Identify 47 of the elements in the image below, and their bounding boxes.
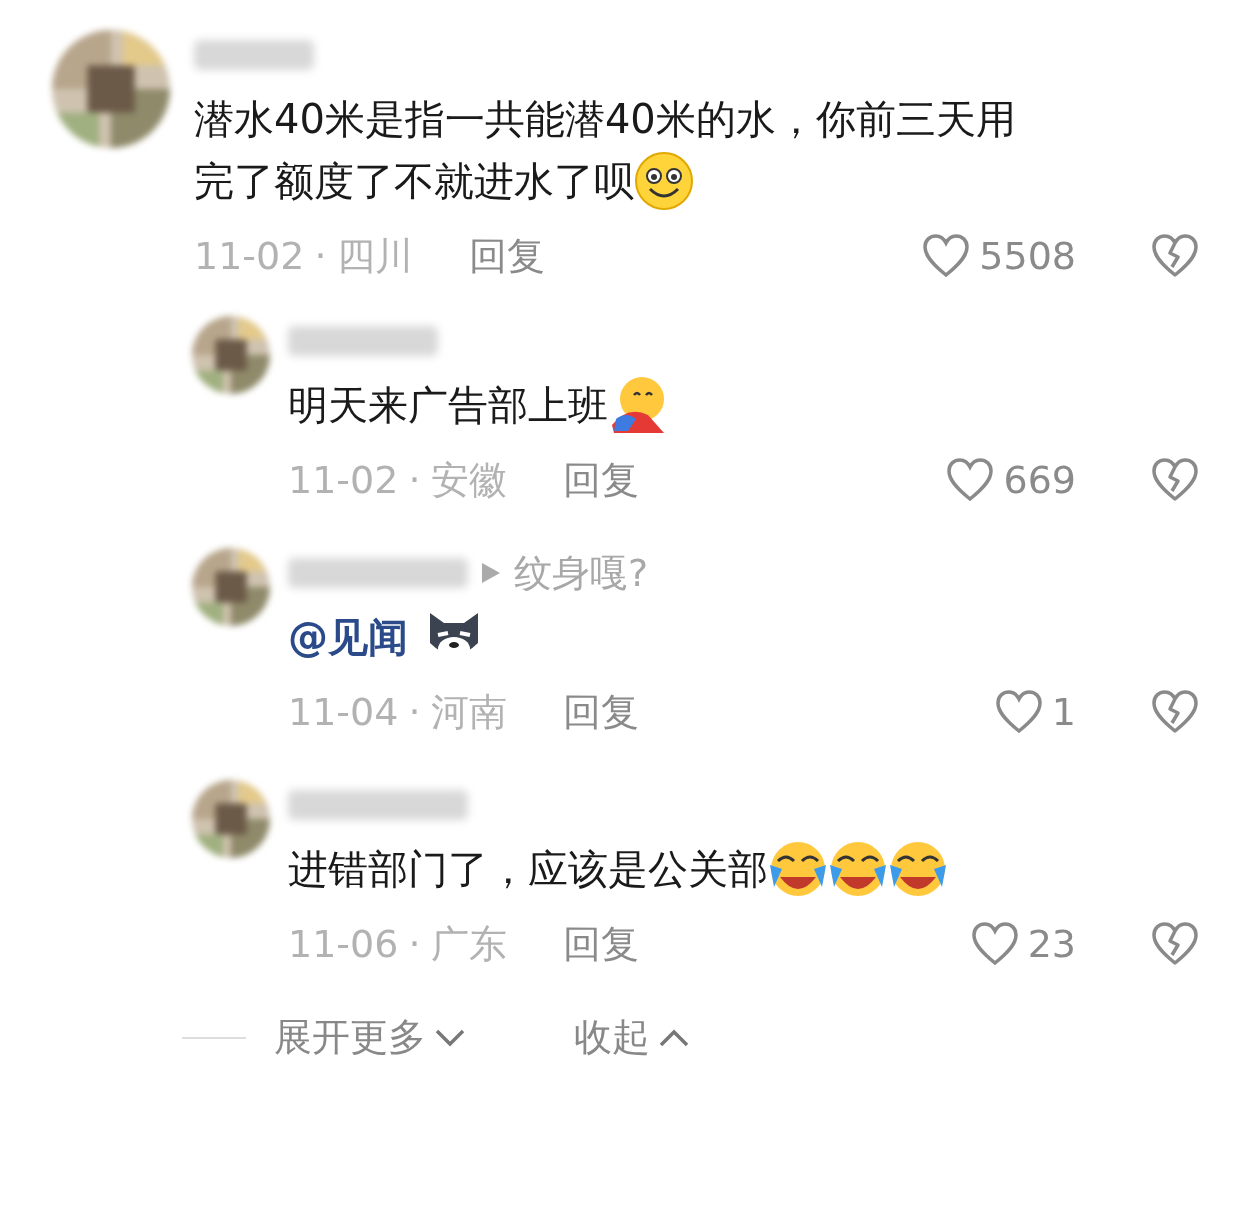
- chevron-up-icon: [658, 1027, 690, 1048]
- broken-heart-icon: [1150, 689, 1200, 735]
- comment-text: 潜水40米是指一共能潜40米的水，你前三天用: [194, 95, 1016, 144]
- laughing-crying-emoji-icon: [828, 839, 888, 899]
- comment-text: 进错部门了，应该是公关部: [288, 845, 768, 894]
- mention-link[interactable]: @见闻: [288, 606, 408, 668]
- comment-date: 11-02: [288, 458, 399, 502]
- reply-link[interactable]: 回复: [562, 918, 639, 970]
- broken-heart-icon: [1150, 921, 1200, 967]
- like-button[interactable]: 1: [993, 689, 1076, 735]
- reply-link[interactable]: 回复: [468, 230, 545, 282]
- broken-heart-icon: [1150, 233, 1200, 279]
- dislike-button[interactable]: [1150, 457, 1200, 503]
- comment-location: 河南: [430, 688, 507, 736]
- expand-more-button[interactable]: 展开更多: [274, 1012, 466, 1063]
- separator-dot: ·: [408, 922, 421, 966]
- like-button[interactable]: 669: [945, 457, 1076, 503]
- dislike-button[interactable]: [1150, 233, 1200, 279]
- separator-dot: ·: [408, 458, 421, 502]
- laughing-crying-emoji-icon: [888, 839, 948, 899]
- comment-date: 11-02: [194, 234, 305, 278]
- collapse-button[interactable]: 收起: [574, 1012, 690, 1063]
- dislike-button[interactable]: [1150, 689, 1200, 735]
- laughing-crying-emoji-icon: [768, 839, 828, 899]
- play-arrow-icon: [480, 561, 502, 585]
- reply-to-username: 纹身嘎?: [514, 549, 649, 597]
- separator-dot: ·: [408, 690, 421, 734]
- like-button[interactable]: 5508: [921, 233, 1076, 279]
- comment-location: 广东: [430, 920, 507, 968]
- dislike-button[interactable]: [1150, 921, 1200, 967]
- chevron-down-icon: [434, 1027, 466, 1048]
- heart-icon: [969, 921, 1020, 967]
- like-button[interactable]: 23: [969, 921, 1076, 967]
- heart-icon: [921, 233, 972, 279]
- smiley-emoji-icon: [634, 151, 694, 211]
- comment-location: 四川: [336, 232, 413, 280]
- heart-icon: [993, 689, 1044, 735]
- comment-location: 安徽: [430, 456, 507, 504]
- comment-text: 完了额度了不就进水了呗: [194, 157, 634, 206]
- comment-date: 11-06: [288, 922, 399, 966]
- heart-icon: [945, 457, 996, 503]
- separator-dot: ·: [314, 234, 327, 278]
- comment-text: 明天来广告部上班: [288, 381, 608, 430]
- comment-date: 11-04: [288, 690, 399, 734]
- reply-link[interactable]: 回复: [562, 686, 639, 738]
- broken-heart-icon: [1150, 457, 1200, 503]
- reply-link[interactable]: 回复: [562, 454, 639, 506]
